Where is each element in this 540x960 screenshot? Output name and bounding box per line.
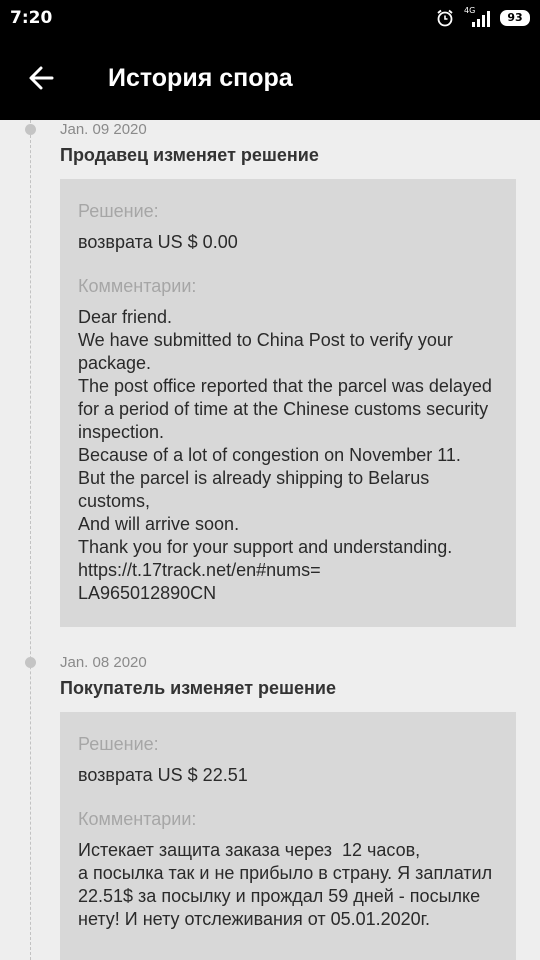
entry-title: Покупатель изменяет решение — [60, 678, 336, 698]
alarm-clock-icon — [436, 9, 454, 27]
cellular-signal-icon: 4G — [462, 6, 492, 28]
solution-value: возврата US $ 0.00 — [78, 232, 238, 252]
arrow-left-icon — [29, 66, 54, 90]
app-bar: История спора — [0, 36, 540, 120]
back-button[interactable] — [22, 58, 62, 98]
battery-icon: 93 — [500, 10, 530, 26]
entry-date: Jan. 09 2020 — [60, 121, 147, 138]
timeline-dot — [25, 124, 36, 135]
network-type-label: 4G — [464, 6, 476, 15]
status-bar: 7:20 4G 93 — [0, 0, 540, 36]
solution-value: возврата US $ 22.51 — [78, 765, 248, 785]
timeline-line — [30, 120, 31, 960]
solution-label: Решение: — [78, 734, 159, 754]
comments-label: Комментарии: — [78, 809, 197, 829]
entry-date: Jan. 08 2020 — [60, 654, 147, 671]
status-time: 7:20 — [10, 8, 53, 28]
comment-text: Истекает защита заказа через 12 часов, а… — [78, 840, 493, 929]
dispute-history-list[interactable]: Jan. 09 2020 Продавец изменяет решение Р… — [0, 120, 540, 960]
timeline-dot — [25, 657, 36, 668]
comments-label: Комментарии: — [78, 276, 197, 296]
solution-label: Решение: — [78, 201, 159, 221]
page-title: История спора — [108, 64, 293, 92]
status-icons: 4G 93 — [436, 6, 530, 29]
decision-card: Решение: возврата US $ 0.00 Комментарии:… — [60, 179, 516, 627]
comment-text: Dear friend. We have submitted to China … — [78, 307, 492, 603]
entry-title: Продавец изменяет решение — [60, 145, 319, 165]
decision-card: Решение: возврата US $ 22.51 Комментарии… — [60, 712, 516, 960]
